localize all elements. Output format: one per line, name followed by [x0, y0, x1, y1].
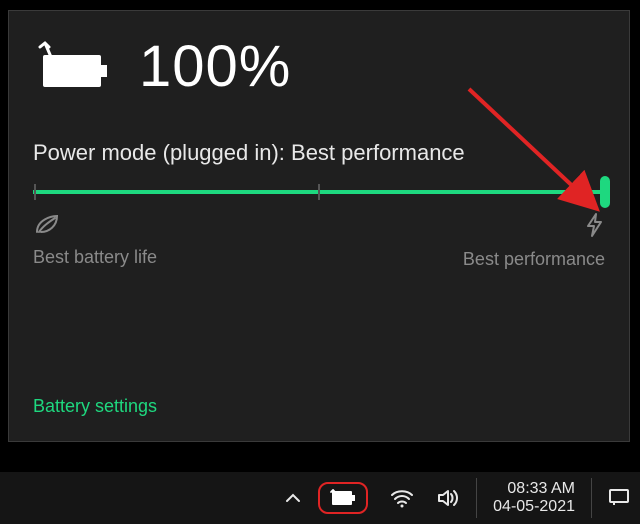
taskbar-separator: [476, 478, 477, 518]
taskbar: 08:33 AM 04-05-2021: [0, 472, 640, 524]
slider-track: [33, 190, 605, 194]
slider-label-right-text: Best performance: [463, 249, 605, 270]
slider-labels: Best battery life Best performance: [33, 212, 605, 270]
volume-icon[interactable]: [436, 488, 460, 508]
slider-label-right: Best performance: [463, 212, 605, 270]
action-center-icon[interactable]: [608, 488, 630, 508]
slider-label-left: Best battery life: [33, 212, 157, 268]
slider-tick: [318, 184, 320, 200]
leaf-icon: [33, 212, 157, 241]
battery-percent: 100%: [139, 33, 291, 100]
power-mode-slider[interactable]: [33, 190, 605, 194]
battery-flyout: 100% Power mode (plugged in): Best perfo…: [8, 10, 630, 442]
tray-overflow-chevron-icon[interactable]: [284, 489, 302, 507]
lightning-icon: [583, 212, 605, 243]
taskbar-clock[interactable]: 08:33 AM 04-05-2021: [493, 480, 575, 517]
taskbar-time: 08:33 AM: [507, 480, 575, 498]
wifi-icon[interactable]: [390, 488, 414, 508]
power-mode-label: Power mode (plugged in): Best performanc…: [33, 140, 605, 166]
slider-thumb[interactable]: [600, 176, 610, 208]
taskbar-date: 04-05-2021: [493, 498, 575, 516]
slider-tick: [34, 184, 36, 200]
slider-label-left-text: Best battery life: [33, 247, 157, 268]
battery-charging-icon: [33, 41, 111, 93]
battery-tray-icon[interactable]: [318, 482, 368, 514]
taskbar-separator: [591, 478, 592, 518]
battery-status-row: 100%: [33, 33, 605, 100]
battery-settings-link[interactable]: Battery settings: [33, 396, 157, 417]
system-tray: [318, 482, 460, 514]
